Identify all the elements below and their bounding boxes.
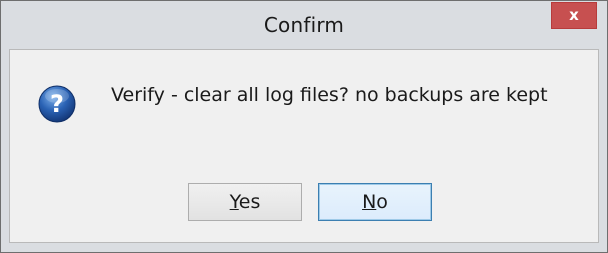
svg-text:?: ?: [50, 90, 64, 118]
confirm-dialog-window: Confirm x ? Verify - clear all log files…: [0, 0, 608, 253]
yes-button-label: es: [238, 191, 261, 213]
no-button-label: o: [376, 191, 388, 213]
no-button[interactable]: No: [318, 183, 432, 221]
dialog-message: Verify - clear all log files? no backups…: [111, 84, 548, 106]
no-button-accelerator: N: [362, 191, 377, 213]
window-title: Confirm: [263, 13, 345, 37]
yes-button-accelerator: Y: [229, 191, 239, 213]
question-icon: ?: [38, 85, 76, 123]
close-button[interactable]: x: [551, 2, 597, 29]
dialog-body: ? Verify - clear all log files? no backu…: [9, 49, 599, 243]
yes-button[interactable]: Yes: [188, 183, 302, 221]
title-bar[interactable]: Confirm x: [1, 1, 607, 49]
